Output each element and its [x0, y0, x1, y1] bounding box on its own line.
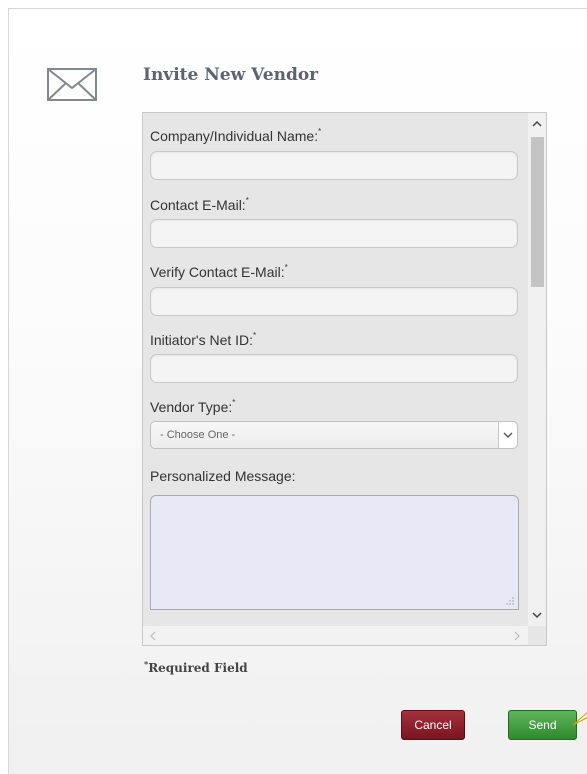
send-button[interactable]: Send	[508, 710, 577, 740]
callout-pointer-icon	[572, 712, 587, 726]
chevron-down-icon	[503, 432, 513, 438]
verify-email-label: Verify Contact E-Mail:*	[150, 263, 288, 280]
dropdown-button[interactable]	[498, 422, 517, 448]
company-name-label: Company/Individual Name:*	[150, 127, 322, 144]
contact-email-input[interactable]	[150, 219, 518, 248]
scroll-right-icon[interactable]	[507, 627, 525, 645]
form-fields: Company/Individual Name:* Contact E-Mail…	[143, 113, 528, 626]
scroll-up-icon[interactable]	[528, 115, 546, 133]
required-field-note: *Required Field	[144, 659, 248, 675]
vendor-type-selected: - Choose One -	[160, 429, 236, 441]
scroll-down-icon[interactable]	[528, 606, 546, 624]
vendor-type-select[interactable]: - Choose One -	[150, 421, 518, 449]
required-mark: *	[284, 263, 288, 272]
resize-grip-icon[interactable]	[506, 597, 514, 605]
scroll-left-icon[interactable]	[145, 627, 163, 645]
required-mark: *	[253, 331, 257, 340]
personalized-message-textarea[interactable]	[150, 495, 519, 610]
net-id-input[interactable]	[150, 354, 518, 383]
form-scroll-panel: Company/Individual Name:* Contact E-Mail…	[142, 112, 547, 646]
message-label: Personalized Message:	[150, 468, 296, 484]
dialog-title: Invite New Vendor	[143, 65, 319, 85]
company-name-input[interactable]	[150, 151, 518, 180]
invite-vendor-dialog: Invite New Vendor Company/Individual Nam…	[8, 8, 587, 774]
required-mark: *	[232, 398, 236, 407]
required-mark: *	[318, 127, 322, 136]
vertical-scrollbar[interactable]	[528, 113, 546, 626]
verify-email-input[interactable]	[150, 287, 518, 316]
scrollbar-corner	[528, 626, 546, 645]
vendor-type-label: Vendor Type:*	[150, 398, 236, 415]
required-mark: *	[245, 196, 249, 205]
horizontal-scrollbar[interactable]	[143, 626, 528, 645]
contact-email-label: Contact E-Mail:*	[150, 196, 249, 213]
scrollbar-thumb[interactable]	[531, 137, 544, 287]
envelope-icon	[47, 68, 97, 101]
cancel-button[interactable]: Cancel	[401, 710, 465, 740]
net-id-label: Initiator's Net ID:*	[150, 331, 257, 348]
